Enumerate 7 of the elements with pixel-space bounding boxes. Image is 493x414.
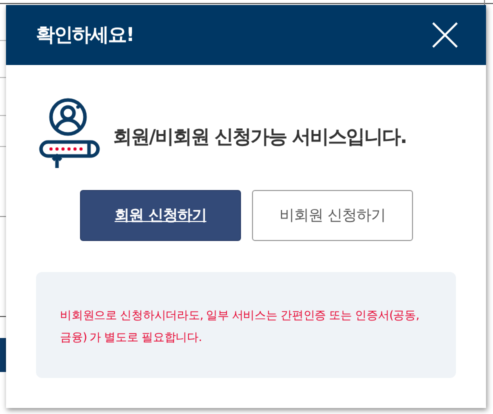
user-login-icon [39, 98, 101, 170]
dialog-title: 확인하세요! [36, 23, 134, 48]
member-apply-button[interactable]: 회원 신청하기 [80, 190, 241, 241]
notice-text: 비회원으로 신청하시더라도, 일부 서비스는 간편인증 또는 인증서(공동, 금융) 가 별도로 필요합니다. [60, 307, 420, 346]
close-icon[interactable] [432, 22, 458, 48]
dialog-message: 회원/비회원 신청가능 서비스입니다. [113, 125, 406, 150]
guest-apply-button[interactable]: 비회원 신청하기 [252, 190, 413, 241]
